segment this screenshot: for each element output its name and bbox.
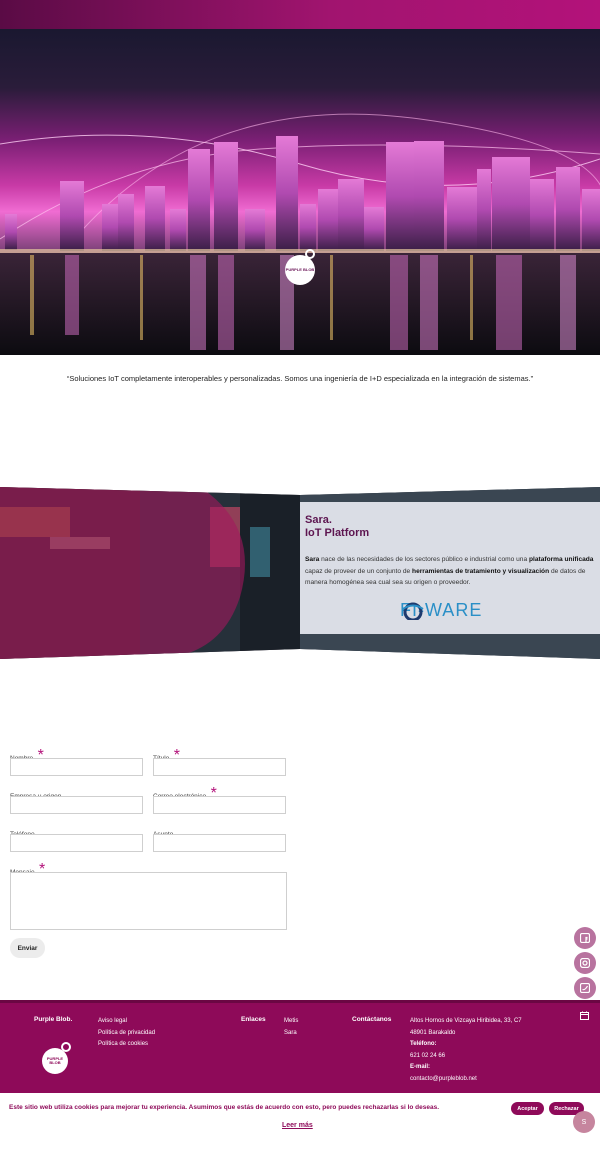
accept-cookies-button[interactable]: Aceptar	[511, 1102, 544, 1115]
email-label: E-mail:	[410, 1064, 431, 1070]
footer-contact: Altos Hornos de Vizcaya Hiribidea, 33, C…	[410, 1016, 522, 1085]
sara-description: Sara nace de las necesidades de los sect…	[305, 556, 594, 586]
aviso-legal-link[interactable]: Aviso legal	[98, 1016, 155, 1028]
hero-banner: PURPLE BLOB	[0, 29, 600, 355]
footer-logo: PURPLE BLOB	[42, 1042, 71, 1074]
address-line2: 48901 Barakaldo	[410, 1029, 456, 1036]
contact-heading: Contáctanos	[352, 1016, 392, 1023]
correo-input[interactable]	[153, 796, 286, 814]
cookie-message: Este sitio web utiliza cookies para mejo…	[9, 1104, 440, 1111]
phone-label: Teléfono:	[410, 1041, 437, 1047]
phone-value: 621 02 24 66	[410, 1052, 446, 1059]
twitter-icon[interactable]	[574, 977, 596, 999]
mensaje-textarea[interactable]	[10, 872, 287, 930]
footer-enlaces: Metis Sara	[284, 1016, 298, 1039]
footer-brand: Purple Blob.	[34, 1016, 73, 1023]
sara-link[interactable]: Sara	[284, 1028, 298, 1040]
send-button[interactable]: Enviar	[10, 938, 45, 958]
privacidad-link[interactable]: Política de privacidad	[98, 1028, 155, 1040]
city-skyline-image	[0, 113, 600, 355]
email-value[interactable]: contacto@purpleblob.net	[410, 1074, 522, 1086]
cookies-link[interactable]: Política de cookies	[98, 1039, 155, 1051]
sara-card: Sara. IoT Platform Sara nace de las nece…	[300, 502, 600, 634]
titulo-input[interactable]	[153, 758, 286, 776]
fiware-logo: FI-WARE	[400, 600, 483, 620]
empresa-input[interactable]	[10, 796, 143, 814]
asunto-input[interactable]	[153, 834, 286, 852]
facebook-icon[interactable]	[574, 927, 596, 949]
top-bar	[0, 0, 600, 29]
calendar-icon[interactable]	[580, 1011, 589, 1022]
tagline: “Soluciones IoT completamente interopera…	[66, 374, 534, 383]
metis-link[interactable]: Metis	[284, 1016, 298, 1028]
site-footer: Purple Blob. PURPLE BLOB Aviso legal Pol…	[0, 1000, 600, 1093]
enlaces-heading: Enlaces	[241, 1016, 266, 1023]
address-line1: Altos Hornos de Vizcaya Hiribidea, 33, C…	[410, 1018, 522, 1024]
footer-legal-links: Aviso legal Política de privacidad Polít…	[98, 1016, 155, 1051]
purpleblob-logo: PURPLE BLOB	[285, 249, 315, 285]
read-more-link[interactable]: Leer más	[282, 1122, 313, 1129]
cookie-banner: Este sitio web utiliza cookies para mejo…	[0, 1093, 600, 1152]
nombre-input[interactable]	[10, 758, 143, 776]
telefono-input[interactable]	[10, 834, 143, 852]
cookie-settings-icon[interactable]: S	[573, 1111, 595, 1133]
sara-title: Sara. IoT Platform	[305, 514, 370, 539]
sara-section: Sara. IoT Platform Sara nace de las nece…	[0, 487, 600, 659]
fiware-mark-icon	[402, 602, 424, 620]
instagram-icon[interactable]	[574, 952, 596, 974]
